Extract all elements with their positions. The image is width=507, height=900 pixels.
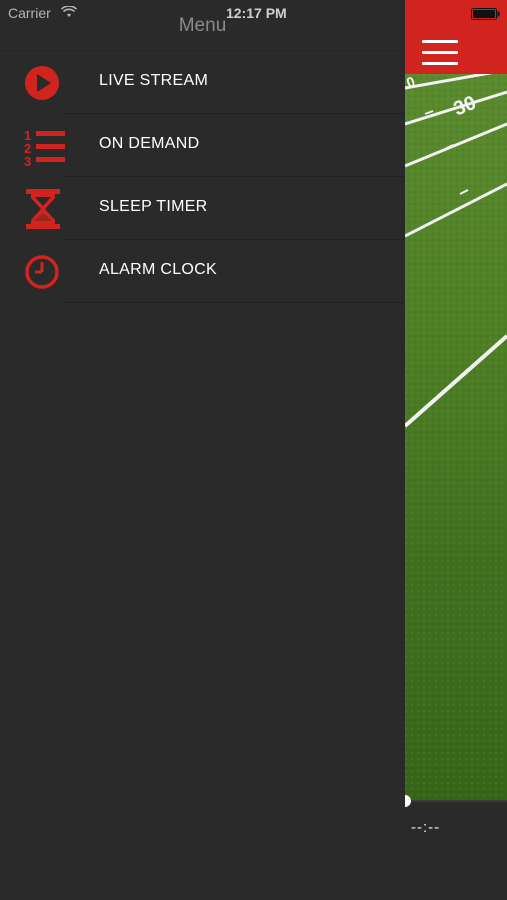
side-menu: Menu LIVE STREAM 1 2 3 ON DEMAND SLEEP T… (0, 0, 405, 900)
app-screen: 30 0 --:-- Menu LIVE STREAM 1 2 3 ON DEM… (0, 0, 507, 900)
menu-item-live-stream[interactable]: LIVE STREAM (0, 51, 405, 114)
main-content: 30 0 --:-- (399, 0, 507, 900)
playback-progress-track[interactable] (405, 800, 507, 802)
menu-item-on-demand[interactable]: 1 2 3 ON DEMAND (0, 114, 405, 177)
numbered-list-icon: 1 2 3 (24, 126, 65, 169)
status-bar: Carrier 12:17 PM (0, 0, 507, 24)
carrier-label: Carrier (8, 5, 51, 21)
hourglass-icon (24, 189, 62, 229)
hamburger-menu-icon[interactable] (422, 40, 458, 66)
status-time: 12:17 PM (226, 5, 287, 21)
menu-item-label: LIVE STREAM (99, 72, 209, 89)
playback-time: --:-- (411, 819, 441, 836)
menu-item-label: SLEEP TIMER (99, 198, 208, 215)
battery-icon (471, 7, 501, 25)
menu-item-alarm-clock[interactable]: ALARM CLOCK (0, 240, 405, 303)
football-field-image: 30 0 (405, 74, 507, 801)
menu-item-sleep-timer[interactable]: SLEEP TIMER (0, 177, 405, 240)
play-circle-icon (24, 63, 62, 103)
menu-item-label: ALARM CLOCK (99, 261, 217, 278)
wifi-icon (60, 5, 78, 23)
clock-icon (24, 252, 62, 292)
svg-text:3: 3 (24, 154, 31, 166)
menu-item-label: ON DEMAND (99, 135, 200, 152)
